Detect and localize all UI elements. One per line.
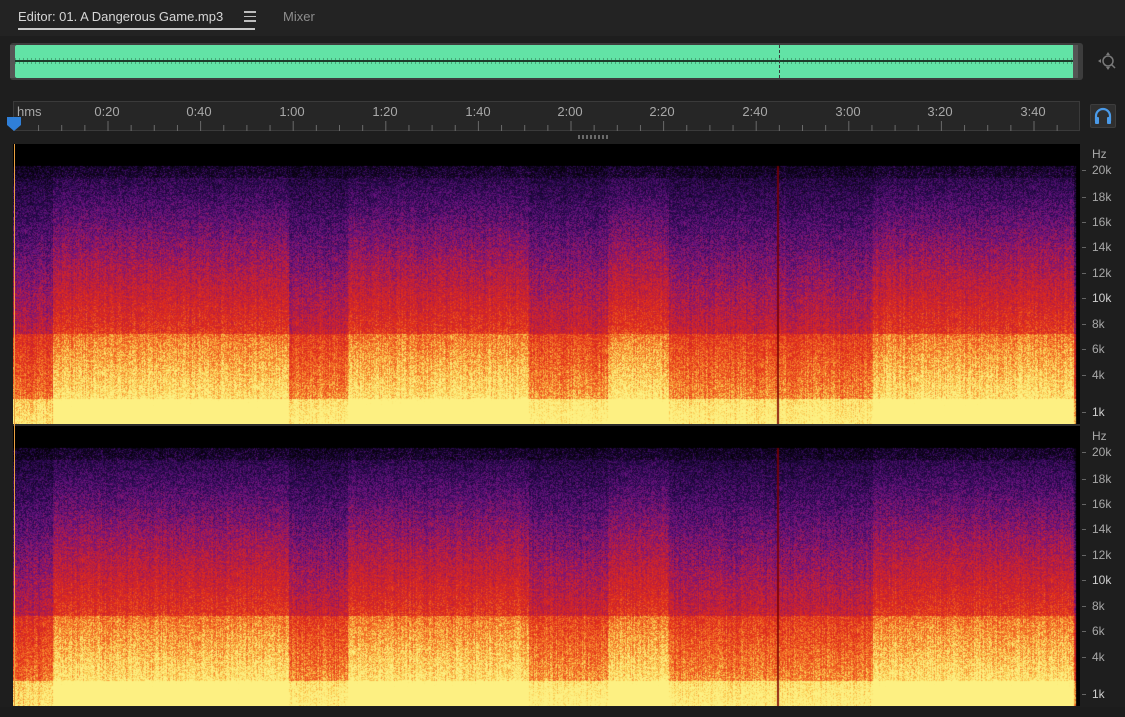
overview-right-handle[interactable]	[1073, 45, 1078, 78]
frequency-tick	[1082, 170, 1086, 171]
frequency-tick	[1082, 657, 1086, 658]
tab-editor[interactable]: Editor: 01. A Dangerous Game.mp3	[18, 9, 223, 25]
tab-bar: Editor: 01. A Dangerous Game.mp3 Mixer	[0, 0, 1125, 36]
frequency-label: 12k	[1092, 548, 1112, 562]
ruler-label: 2:40	[742, 104, 768, 119]
ruler-label: 0:40	[186, 104, 212, 119]
frequency-label: 8k	[1092, 317, 1105, 331]
frequency-label: 14k	[1092, 522, 1112, 536]
ruler-label: 2:20	[649, 104, 675, 119]
spectrogram-left	[13, 144, 1080, 424]
frequency-tick	[1082, 324, 1086, 325]
headphones-icon	[1094, 107, 1112, 124]
ruler-label: 0:20	[94, 104, 120, 119]
frequency-tick	[1082, 580, 1086, 581]
spectral-channel-right[interactable]	[13, 426, 1080, 706]
frequency-tick	[1082, 452, 1086, 453]
frequency-label: 6k	[1092, 342, 1105, 356]
ruler-label: 3:20	[927, 104, 953, 119]
frequency-label: 18k	[1092, 190, 1112, 204]
ruler-ticks	[38, 121, 1058, 131]
frequency-tick	[1082, 606, 1086, 607]
spectral-channel-left[interactable]	[13, 144, 1080, 424]
monitor-button[interactable]	[1090, 104, 1116, 128]
frequency-tick	[1082, 479, 1086, 480]
zoom-icon[interactable]	[1097, 51, 1117, 71]
frequency-label: 14k	[1092, 240, 1112, 254]
frequency-label: 16k	[1092, 497, 1112, 511]
frequency-unit: Hz	[1092, 147, 1107, 161]
frequency-tick	[1082, 349, 1086, 350]
hamburger-icon[interactable]	[244, 11, 256, 23]
frequency-tick	[1082, 631, 1086, 632]
overview-playhead	[779, 45, 781, 78]
frequency-tick	[1082, 222, 1086, 223]
frequency-tick	[1082, 529, 1086, 530]
frequency-label: 4k	[1092, 368, 1105, 382]
status-strip	[0, 707, 1125, 717]
overview-left-handle[interactable]	[10, 45, 15, 78]
ruler-label: 1:00	[279, 104, 305, 119]
frequency-label: 1k	[1092, 405, 1105, 419]
frequency-tick	[1082, 273, 1086, 274]
frequency-label: 8k	[1092, 599, 1105, 613]
frequency-label: 18k	[1092, 472, 1112, 486]
active-tab-underline	[18, 28, 255, 30]
frequency-label: 10k	[1092, 291, 1112, 305]
frequency-label: 6k	[1092, 624, 1105, 638]
spectrogram-right	[13, 426, 1080, 706]
ruler-label: 1:20	[372, 104, 398, 119]
frequency-tick	[1082, 694, 1086, 695]
frequency-tick	[1082, 375, 1086, 376]
overview-waveform[interactable]	[15, 45, 1078, 78]
frequency-scale-left: Hz 20k 18k 16k 14k 12k 10k 8k 6k 4k 1k	[1082, 144, 1125, 424]
frequency-scale-right: Hz 20k 18k 16k 14k 12k 10k 8k 6k 4k 1k	[1082, 426, 1125, 706]
frequency-tick	[1082, 412, 1086, 413]
frequency-label: 16k	[1092, 215, 1112, 229]
frequency-tick	[1082, 247, 1086, 248]
playhead-line	[14, 144, 15, 706]
frequency-tick	[1082, 504, 1086, 505]
frequency-label: 1k	[1092, 687, 1105, 701]
ruler-label: 3:00	[835, 104, 861, 119]
frequency-label: 20k	[1092, 445, 1112, 459]
playhead-marker[interactable]	[6, 117, 22, 131]
frequency-label: 4k	[1092, 650, 1105, 664]
panel-drag-handle[interactable]	[578, 135, 608, 139]
frequency-tick	[1082, 197, 1086, 198]
ruler-label: 3:40	[1020, 104, 1046, 119]
ruler-label: 2:00	[557, 104, 583, 119]
frequency-unit: Hz	[1092, 429, 1107, 443]
tab-mixer[interactable]: Mixer	[283, 9, 315, 25]
frequency-tick	[1082, 298, 1086, 299]
frequency-label: 10k	[1092, 573, 1112, 587]
frequency-label: 12k	[1092, 266, 1112, 280]
frequency-label: 20k	[1092, 163, 1112, 177]
ruler-label: 1:40	[465, 104, 491, 119]
frequency-tick	[1082, 555, 1086, 556]
time-ruler[interactable]	[13, 101, 1080, 131]
